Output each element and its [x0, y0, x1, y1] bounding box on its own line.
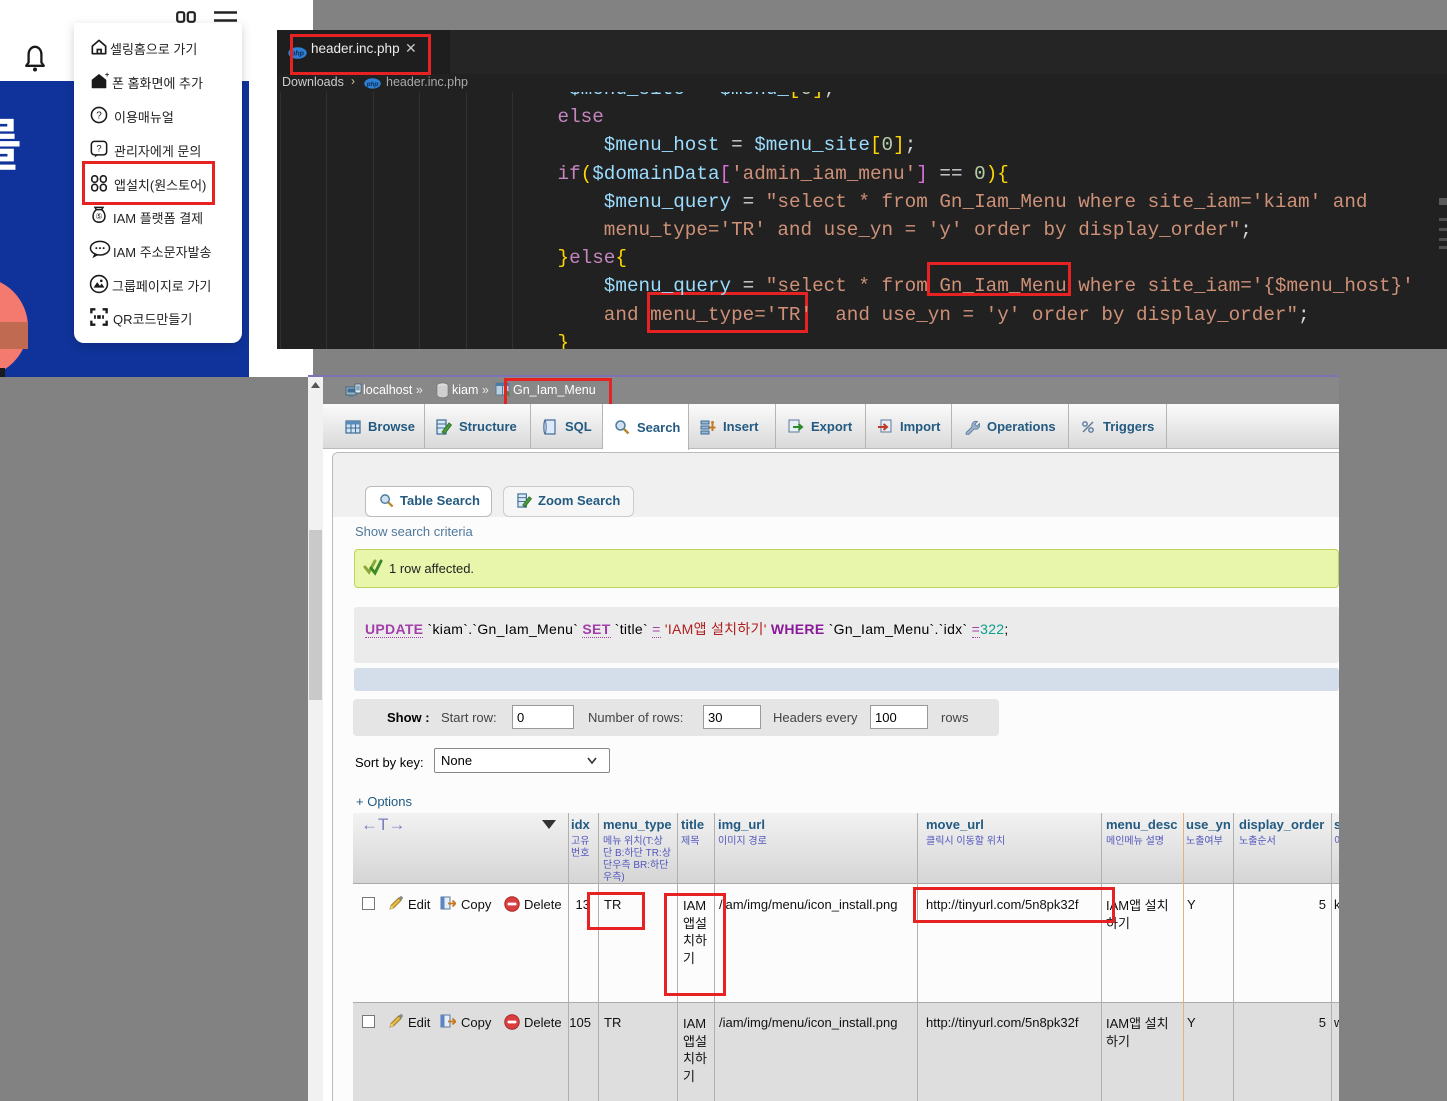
- svg-text:php: php: [366, 81, 379, 88]
- svg-text:?: ?: [96, 111, 102, 122]
- svg-text:?: ?: [96, 144, 101, 155]
- svg-text:⑤: ⑤: [95, 212, 102, 221]
- svg-text:+: +: [105, 71, 109, 79]
